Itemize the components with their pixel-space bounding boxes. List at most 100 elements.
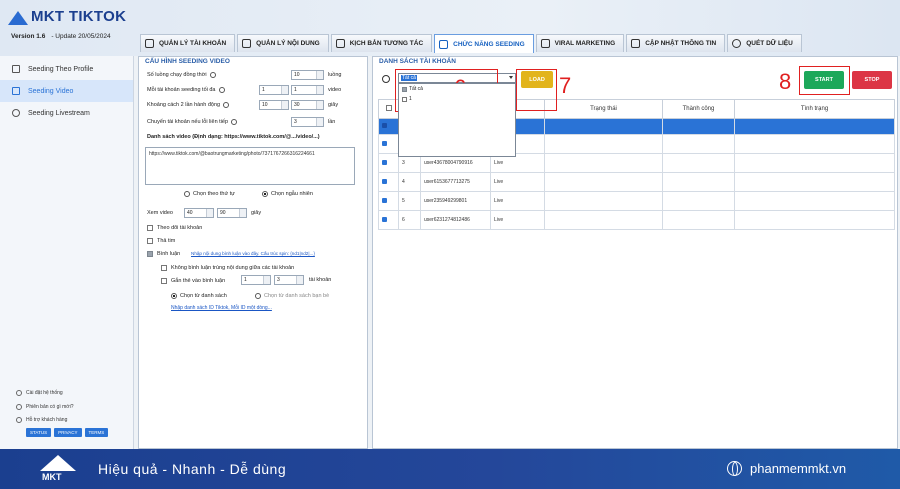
checkbox-icon — [161, 265, 167, 271]
follow-checkbox[interactable]: Theo dõi tài khoản — [147, 225, 202, 231]
watch-to-input[interactable]: 90 — [217, 208, 247, 218]
main-tabs: QUẢN LÝ TÀI KHOẢN QUẢN LÝ NỘI DUNG KỊCH … — [140, 34, 804, 53]
delay-to-input[interactable]: 30 — [291, 100, 324, 110]
tab-interaction-script[interactable]: KỊCH BẢN TƯƠNG TÁC — [330, 34, 433, 52]
tag-comment-checkbox[interactable]: Gắn thẻ vào bình luận — [161, 278, 225, 284]
from-friends-option[interactable]: Chọn từ danh sách bạn bè — [255, 293, 329, 299]
sidebar: Seeding Theo Profile Seeding Video Seedi… — [0, 56, 134, 449]
sidebar-item-seeding-profile[interactable]: Seeding Theo Profile — [0, 58, 133, 80]
column-state: Trạng thái — [544, 99, 663, 119]
tag-unit: tài khoản — [309, 277, 332, 283]
annotation-number-8: 8 — [779, 69, 792, 94]
watch-video-label: Xem video — [147, 210, 173, 216]
row-checkbox[interactable] — [378, 210, 399, 230]
max-per-account-label: Mỗi tài khoản seeding tối đa — [147, 87, 225, 93]
row-checkbox[interactable] — [378, 172, 399, 192]
checkbox-icon — [147, 238, 153, 244]
threads-label: Số luồng chạy đồng thời — [147, 72, 216, 78]
row-checkbox[interactable] — [378, 134, 399, 154]
grid-icon — [540, 39, 550, 48]
video-list-textarea[interactable]: https://www.tiktok.com/@baotrungmarketin… — [145, 147, 355, 185]
checkbox-checked-icon — [402, 86, 407, 92]
checkbox-checked-icon — [147, 251, 153, 257]
radio-icon — [255, 293, 261, 299]
checkbox-icon — [402, 96, 407, 102]
settings-link[interactable]: Cài đặt hệ thống — [16, 390, 63, 396]
id-list-link[interactable]: Nhập danh sách ID Tiktok, Mỗi ID một dòn… — [171, 305, 272, 311]
row-checkbox[interactable] — [378, 118, 399, 135]
watch-from-input[interactable]: 40 — [184, 208, 214, 218]
row-checkbox[interactable] — [378, 153, 399, 173]
globe-icon — [727, 461, 742, 476]
comment-content-link[interactable]: Nhập nội dung bình luận vào đây. Cấu trú… — [191, 251, 315, 256]
checkbox-icon — [385, 105, 392, 111]
order-sequential-option[interactable]: Chọn theo thứ tự — [184, 191, 235, 197]
filter-option-all[interactable]: Tất cả — [399, 84, 515, 94]
heart-checkbox[interactable]: Thả tim — [147, 238, 175, 244]
watch-unit: giây — [251, 210, 262, 216]
app-header: MKT TIKTOK Version 1.6 - Update 20/05/202… — [0, 0, 900, 56]
tag-from-input[interactable]: 1 — [241, 275, 271, 285]
help-icon — [209, 72, 216, 78]
footer-logo: MKT — [38, 453, 78, 485]
switch-account-input[interactable]: 3 — [291, 117, 324, 127]
terms-button[interactable]: TERMS — [84, 428, 109, 437]
tab-content-management[interactable]: QUẢN LÝ NỘI DUNG — [237, 34, 329, 52]
threads-input[interactable]: 10 — [291, 70, 324, 80]
max-unit: video — [328, 87, 342, 93]
no-duplicate-comment-checkbox[interactable]: Không bình luận trùng nội dung giữa các … — [161, 265, 294, 271]
sidebar-item-seeding-livestream[interactable]: Seeding Livestream — [0, 102, 133, 124]
column-status: Tình trạng — [734, 99, 895, 119]
checkbox-icon — [161, 278, 167, 284]
checkbox-checked-icon — [382, 197, 387, 203]
comment-checkbox[interactable]: Bình luận — [147, 251, 180, 257]
privacy-button[interactable]: PRIVACY — [54, 428, 82, 437]
document-icon — [242, 39, 252, 48]
info-icon — [16, 404, 22, 410]
radio-checked-icon — [262, 191, 268, 197]
version-label: Version 1.6 — [11, 33, 46, 40]
annotation-box-7 — [516, 69, 557, 111]
footer-website[interactable]: phanmemmkt.vn — [750, 461, 846, 476]
radio-checked-icon — [171, 293, 177, 299]
order-random-option[interactable]: Chọn ngẫu nhiên — [262, 191, 313, 197]
max-from-input[interactable]: 1 — [259, 85, 289, 95]
app-logo: MKT TIKTOK — [8, 8, 126, 25]
sidebar-buttons: STATUS PRIVACY TERMS — [26, 428, 111, 437]
tab-scan-data[interactable]: QUÉT DỮ LIỆU — [727, 34, 802, 52]
tab-account-management[interactable]: QUẢN LÝ TÀI KHOẢN — [140, 34, 236, 52]
from-list-option[interactable]: Chọn từ danh sách — [171, 293, 227, 299]
delay-label: Khoảng cách 2 lần hành động — [147, 102, 230, 108]
stop-button[interactable]: STOP — [852, 71, 892, 89]
status-button[interactable]: STATUS — [26, 428, 52, 437]
delay-unit: giây — [328, 102, 339, 108]
column-success: Thành công — [662, 99, 735, 119]
checkbox-checked-icon — [382, 123, 387, 128]
whats-new-link[interactable]: Phiên bản có gì mới? — [16, 404, 73, 410]
table-icon — [145, 39, 154, 48]
tab-update-info[interactable]: CẬP NHẬT THÔNG TIN — [626, 34, 726, 52]
tab-viral-marketing[interactable]: VIRAL MARKETING — [535, 34, 625, 52]
support-link[interactable]: Hỗ trợ khách hàng — [16, 417, 67, 423]
seeding-config-panel: CẤU HÌNH SEEDING VIDEO Số luồng chạy đồn… — [138, 56, 368, 449]
refresh-icon[interactable] — [382, 75, 390, 83]
filter-dropdown: Tất cả 1 — [398, 83, 516, 157]
table-row[interactable]: 4 user6153677713275 Live — [378, 172, 895, 192]
sidebar-item-seeding-video[interactable]: Seeding Video — [0, 80, 133, 102]
tab-seeding[interactable]: CHỨC NĂNG SEEDING — [434, 34, 534, 53]
filter-option-1[interactable]: 1 — [399, 94, 515, 104]
table-row[interactable]: 6 user6231274812486 Live — [378, 210, 895, 230]
help-icon — [231, 119, 238, 125]
footer-logo-text: MKT — [42, 472, 62, 482]
table-row[interactable]: 5 user235949299801 Live — [378, 191, 895, 211]
help-icon — [218, 87, 225, 93]
edit-icon — [631, 39, 641, 48]
tag-to-input[interactable]: 3 — [274, 275, 304, 285]
delay-from-input[interactable]: 10 — [259, 100, 289, 110]
checkbox-icon — [147, 225, 153, 231]
checkbox-checked-icon — [382, 159, 387, 165]
row-checkbox[interactable] — [378, 191, 399, 211]
max-to-input[interactable]: 1 — [291, 85, 324, 95]
hand-icon — [335, 39, 345, 48]
radio-icon — [184, 191, 190, 197]
